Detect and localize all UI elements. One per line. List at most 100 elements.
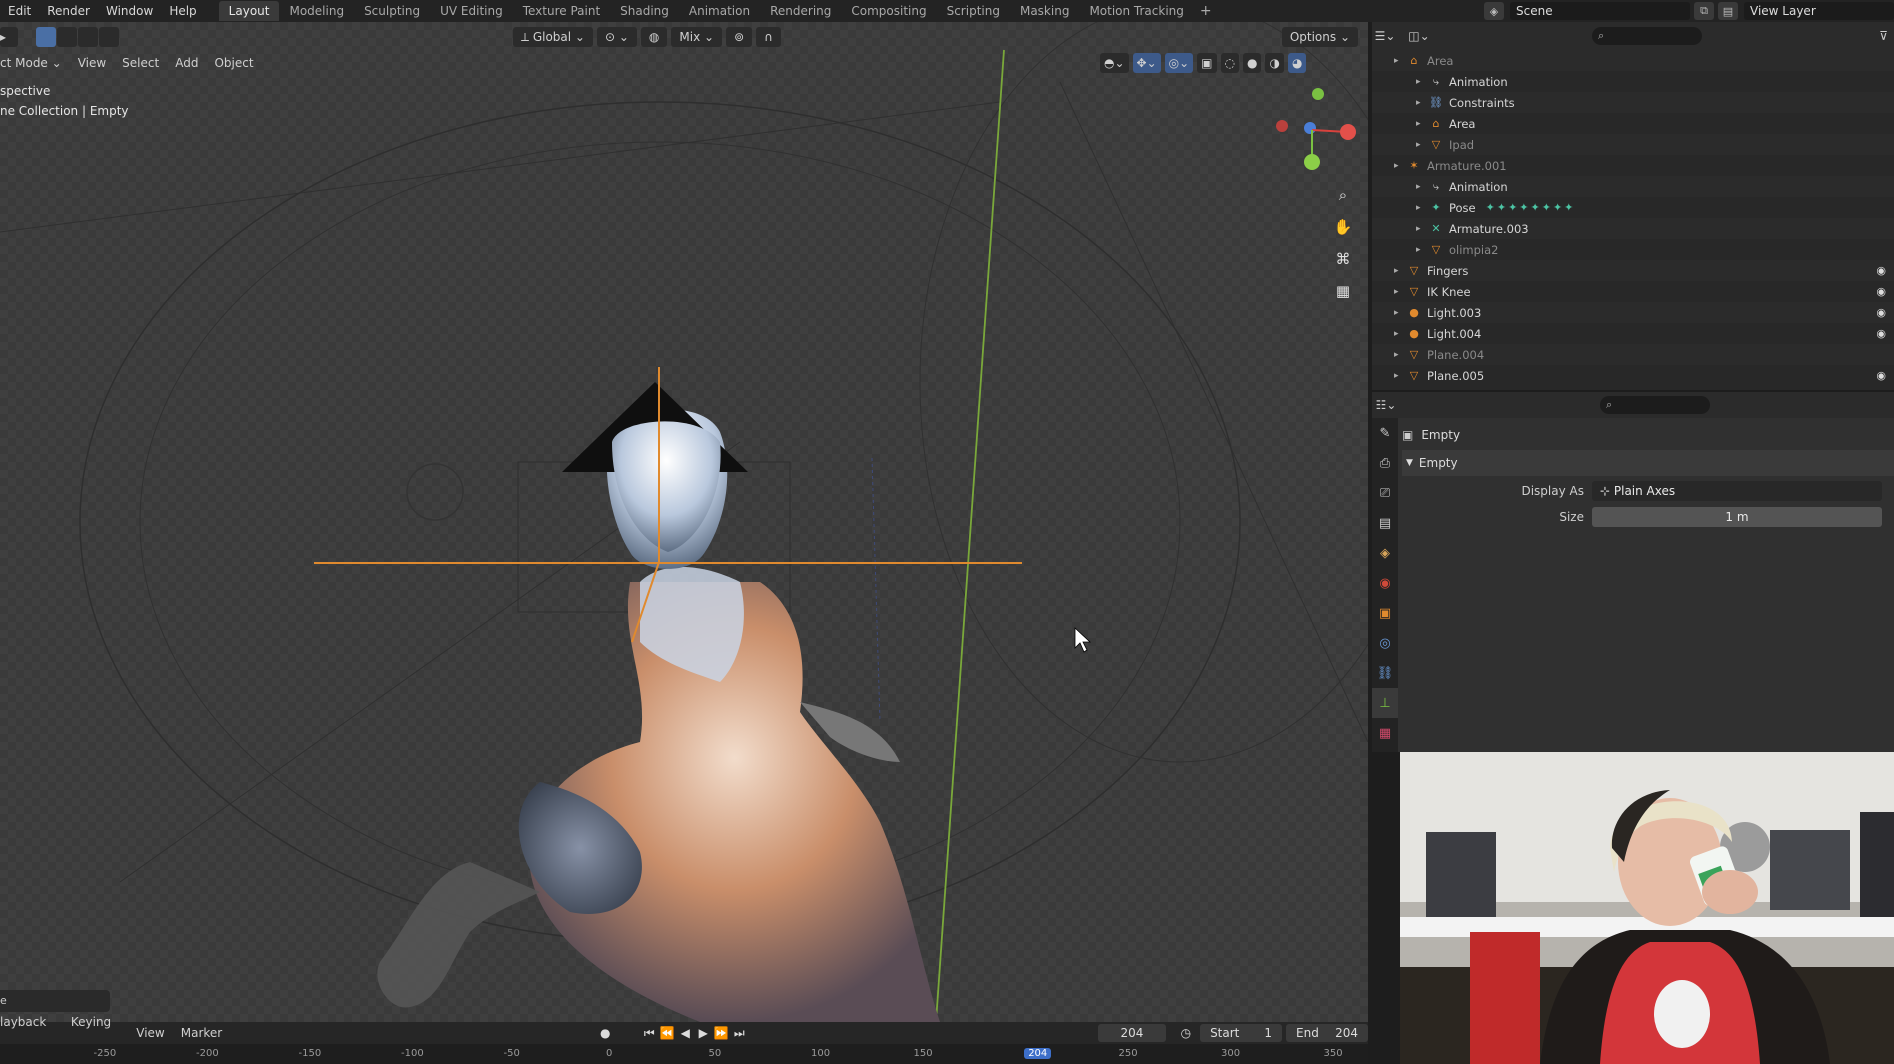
expand-triangle-icon[interactable]: ▸ bbox=[1416, 245, 1428, 255]
tab-scripting[interactable]: Scripting bbox=[937, 1, 1010, 21]
tool-tab-icon[interactable]: ✎ bbox=[1372, 418, 1398, 448]
current-frame-field[interactable]: 204 bbox=[1098, 1024, 1166, 1042]
outliner-row[interactable]: ▸ ● Light.004 ◉ bbox=[1372, 323, 1894, 344]
tab-rendering[interactable]: Rendering bbox=[760, 1, 841, 21]
view-layer-tab-icon[interactable]: ▤ bbox=[1372, 508, 1398, 538]
object-data-tab-icon[interactable]: ⊥ bbox=[1372, 688, 1398, 718]
select-new-icon[interactable] bbox=[36, 27, 56, 47]
xray-icon[interactable]: ▣ bbox=[1197, 53, 1217, 73]
visibility-eye-icon[interactable]: ◉ bbox=[1876, 264, 1886, 277]
zoom-icon[interactable]: ⌕ bbox=[1330, 182, 1356, 208]
menu-object[interactable]: Object bbox=[206, 52, 261, 74]
outliner-row[interactable]: ▸ ✕ Armature.003 bbox=[1372, 218, 1894, 239]
scene-tab-icon[interactable]: ◈ bbox=[1372, 538, 1398, 568]
outliner-row[interactable]: ▸ ▽ Plane.005 ◉ bbox=[1372, 365, 1894, 386]
tab-modeling[interactable]: Modeling bbox=[279, 1, 354, 21]
outliner-search-input[interactable]: ⌕ bbox=[1592, 27, 1702, 45]
expand-triangle-icon[interactable]: ▸ bbox=[1394, 308, 1406, 318]
constraints-tab-icon[interactable]: ⛓ bbox=[1372, 658, 1398, 688]
next-keyframe-icon[interactable]: ⏩ bbox=[712, 1026, 730, 1040]
last-operator-panel[interactable]: e bbox=[0, 990, 110, 1012]
outliner-row[interactable]: ▸ ✦ Pose ✦✦✦✦✦✦✦✦ bbox=[1372, 197, 1894, 218]
outliner-row[interactable]: ▸ ● Light.003 ◉ bbox=[1372, 302, 1894, 323]
visibility-icon[interactable]: ◓⌄ bbox=[1100, 53, 1129, 73]
jump-end-icon[interactable]: ⏭ bbox=[730, 1026, 748, 1041]
texture-tab-icon[interactable]: ▦ bbox=[1372, 718, 1398, 748]
tab-masking[interactable]: Masking bbox=[1010, 1, 1079, 21]
timeline-menu-view[interactable]: View bbox=[128, 1022, 172, 1044]
select-extend-icon[interactable] bbox=[57, 27, 77, 47]
visibility-eye-icon[interactable]: ◉ bbox=[1876, 306, 1886, 319]
solid-shading-icon[interactable]: ● bbox=[1243, 53, 1262, 73]
camera-view-icon[interactable]: ⌘ bbox=[1330, 246, 1356, 272]
expand-triangle-icon[interactable]: ▸ bbox=[1394, 350, 1406, 360]
options-dropdown[interactable]: Options ⌄ bbox=[1281, 27, 1358, 47]
timeline-ruler[interactable]: -250 -200 -150 -100 -50 0 50 100 150 204 250 300 350 bbox=[0, 1044, 1368, 1064]
overlay-toggle-icon[interactable]: ◎⌄ bbox=[1164, 53, 1194, 73]
editor-type-icon[interactable]: ☰⌄ bbox=[1372, 29, 1398, 43]
menu-add[interactable]: Add bbox=[167, 52, 206, 74]
object-name-field[interactable]: Empty bbox=[1421, 428, 1460, 442]
falloff-icon[interactable]: ∩ bbox=[756, 27, 781, 47]
menu-view[interactable]: View bbox=[70, 52, 114, 74]
outliner-row[interactable]: ▸ ▽ Fingers ◉ bbox=[1372, 260, 1894, 281]
snap-dropdown[interactable]: Mix ⌄ bbox=[671, 27, 723, 47]
play-icon[interactable]: ▶ bbox=[694, 1026, 712, 1040]
filter-icon[interactable]: ⊽ bbox=[1879, 29, 1888, 43]
physics-tab-icon[interactable]: ◎ bbox=[1372, 628, 1398, 658]
outliner-row[interactable]: ▸ ⤷ Animation bbox=[1372, 176, 1894, 197]
outliner-row[interactable]: ▸ ▽ olimpia2 bbox=[1372, 239, 1894, 260]
menu-window[interactable]: Window bbox=[98, 0, 161, 22]
new-scene-icon[interactable]: ⧉ bbox=[1694, 2, 1714, 20]
expand-triangle-icon[interactable]: ▸ bbox=[1394, 329, 1406, 339]
outliner-row[interactable]: ▸ ▽ Plane.004 bbox=[1372, 344, 1894, 365]
display-mode-icon[interactable]: ◫⌄ bbox=[1406, 29, 1432, 43]
outliner-row[interactable]: ▸ ⤷ Animation bbox=[1372, 71, 1894, 92]
outliner-row[interactable]: ▸ ⌂ Area bbox=[1372, 113, 1894, 134]
expand-triangle-icon[interactable]: ▸ bbox=[1416, 98, 1428, 108]
jump-start-icon[interactable]: ⏮ bbox=[640, 1026, 658, 1041]
render-tab-icon[interactable]: ⎙ bbox=[1372, 448, 1398, 478]
properties-editor-icon[interactable]: ☷⌄ bbox=[1372, 398, 1400, 412]
select-tool-icon[interactable]: ▸ bbox=[0, 27, 18, 47]
world-tab-icon[interactable]: ◉ bbox=[1372, 568, 1398, 598]
outliner-row[interactable]: ▸ ⛓ Constraints bbox=[1372, 92, 1894, 113]
view-layer-icon[interactable]: ▤ bbox=[1718, 2, 1738, 20]
outliner-row[interactable]: ▸ ✶ Armature.001 bbox=[1372, 155, 1894, 176]
view-layer-selector[interactable]: View Layer bbox=[1744, 2, 1894, 20]
properties-search-input[interactable]: ⌕ bbox=[1600, 396, 1710, 414]
menu-select[interactable]: Select bbox=[114, 52, 167, 74]
tab-texture-paint[interactable]: Texture Paint bbox=[513, 1, 610, 21]
ortho-grid-icon[interactable]: ▦ bbox=[1330, 278, 1356, 304]
tab-layout[interactable]: Layout bbox=[218, 1, 280, 21]
visibility-eye-icon[interactable]: ◉ bbox=[1876, 369, 1886, 382]
expand-triangle-icon[interactable]: ▸ bbox=[1416, 119, 1428, 129]
expand-triangle-icon[interactable]: ▸ bbox=[1394, 371, 1406, 381]
playhead-marker[interactable]: 204 bbox=[1024, 1048, 1052, 1059]
scene-icon[interactable]: ◈ bbox=[1484, 2, 1504, 20]
expand-triangle-icon[interactable]: ▸ bbox=[1394, 287, 1406, 297]
play-reverse-icon[interactable]: ◀ bbox=[676, 1026, 694, 1040]
start-frame-field[interactable]: Start 1 bbox=[1200, 1024, 1283, 1042]
expand-triangle-icon[interactable]: ▸ bbox=[1416, 140, 1428, 150]
material-shading-icon[interactable]: ◑ bbox=[1265, 53, 1284, 73]
visibility-eye-icon[interactable]: ◉ bbox=[1876, 327, 1886, 340]
timeline-menu-marker[interactable]: Marker bbox=[173, 1022, 230, 1044]
select-invert-icon[interactable] bbox=[99, 27, 119, 47]
gizmo-toggle-icon[interactable]: ✥⌄ bbox=[1132, 53, 1161, 73]
expand-triangle-icon[interactable]: ▸ bbox=[1416, 182, 1428, 192]
menu-edit[interactable]: Edit bbox=[0, 0, 39, 22]
3d-viewport[interactable]: ▸ ⟂ Global ⌄ ⊙ ⌄ ◍ Mix ⌄ ⊚ ∩ Options ⌄ c… bbox=[0, 22, 1368, 1022]
proportional-edit-icon[interactable]: ⊚ bbox=[726, 27, 753, 47]
output-tab-icon[interactable]: ⎚ bbox=[1372, 478, 1398, 508]
expand-triangle-icon[interactable]: ▸ bbox=[1394, 56, 1406, 66]
clock-icon[interactable]: ◷ bbox=[1178, 1026, 1194, 1040]
menu-help[interactable]: Help bbox=[161, 0, 204, 22]
pan-hand-icon[interactable]: ✋ bbox=[1330, 214, 1356, 240]
expand-triangle-icon[interactable]: ▸ bbox=[1394, 161, 1406, 171]
wireframe-shading-icon[interactable]: ◌ bbox=[1220, 53, 1239, 73]
outliner-row[interactable]: ▸ ▽ IK Knee ◉ bbox=[1372, 281, 1894, 302]
visibility-eye-icon[interactable]: ◉ bbox=[1876, 285, 1886, 298]
tab-uv-editing[interactable]: UV Editing bbox=[430, 1, 513, 21]
expand-triangle-icon[interactable]: ▸ bbox=[1416, 224, 1428, 234]
